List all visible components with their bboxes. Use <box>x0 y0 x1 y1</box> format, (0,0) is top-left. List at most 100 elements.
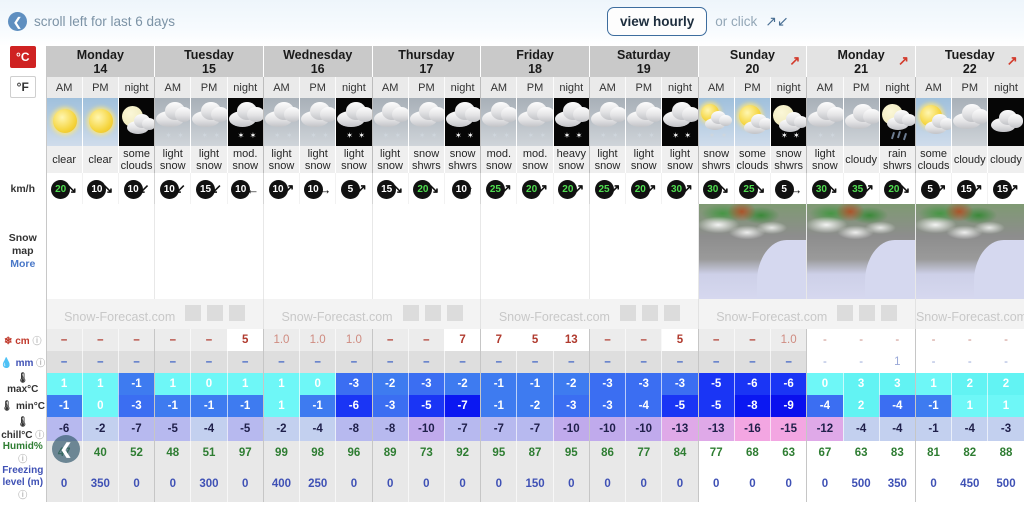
unit-fahrenheit-button[interactable]: °F <box>9 76 36 98</box>
period-header-night[interactable]: night <box>661 77 699 98</box>
snow-map-more-link[interactable]: More <box>10 258 35 270</box>
view-hourly-button[interactable]: view hourly <box>607 7 708 36</box>
download-icon[interactable] <box>207 304 224 321</box>
period-header-night[interactable]: night <box>444 77 482 98</box>
snowflake-icon: ✶ <box>430 131 438 140</box>
download-icon[interactable] <box>859 304 876 321</box>
wind-direction-arrow-ne: ↗ <box>863 181 875 196</box>
scroll-left-control[interactable]: ❮ scroll left for last 6 days <box>8 12 175 31</box>
snowflake-icon: ✶ <box>817 131 824 140</box>
period-header-PM[interactable]: PM <box>408 77 445 98</box>
humid_pct-cell: 73 <box>408 441 445 465</box>
period-header-AM[interactable]: AM <box>698 77 735 98</box>
period-header-AM[interactable]: AM <box>480 77 518 98</box>
watermark-cell: Snow-Forecast.com <box>698 299 916 329</box>
expand-diagonal-icon[interactable]: ↗ <box>789 54 800 68</box>
download-icon[interactable] <box>424 304 441 321</box>
expand-diagonal-icon[interactable]: ↗ <box>1007 54 1018 68</box>
snow-map-thumbnail[interactable] <box>698 204 808 299</box>
freezing_m-cell: 350 <box>879 465 916 502</box>
fullscreen-icon[interactable] <box>185 304 202 321</box>
settings-icon[interactable] <box>663 304 680 321</box>
period-header-night[interactable]: night <box>553 77 590 98</box>
expand-diagonal-icon[interactable]: ↗↙ <box>765 13 788 30</box>
download-icon[interactable] <box>641 304 658 321</box>
min_c-cell: -5 <box>408 395 445 417</box>
raindrop-icon: 💧 <box>0 357 13 369</box>
period-header-PM[interactable]: PM <box>82 77 119 98</box>
cloud-snow-night-icon: ✶ ✶ <box>227 98 264 146</box>
period-header-night[interactable]: night <box>770 77 808 98</box>
humidity-label: Humid% <box>2 441 43 452</box>
wind-cell: 15 ↗ <box>987 173 1024 204</box>
info-icon[interactable]: ⓘ <box>32 336 41 346</box>
info-icon[interactable]: ⓘ <box>36 358 45 368</box>
period-header-PM[interactable]: PM <box>299 77 337 98</box>
scroll-left-badge[interactable]: ❮ <box>52 435 80 463</box>
snow-unit-label: cm <box>15 335 30 347</box>
period-header-PM[interactable]: PM <box>625 77 663 98</box>
min_c-cell: -3 <box>118 395 156 417</box>
day-header-tuesday-22[interactable]: Tuesday 22 ↗ <box>915 46 1024 78</box>
day-header-saturday-19[interactable]: Saturday 19 <box>589 46 699 78</box>
expand-diagonal-icon[interactable]: ↗ <box>898 54 909 68</box>
fullscreen-icon[interactable] <box>619 304 636 321</box>
cloud-shape <box>609 107 625 122</box>
settings-icon[interactable] <box>881 304 898 321</box>
wind-cell: 10 ↗ <box>263 173 301 204</box>
snow-map-thumbnail[interactable] <box>806 204 916 299</box>
condition-label: light snow <box>299 146 337 173</box>
info-icon[interactable]: ⓘ <box>18 454 27 464</box>
period-header-AM[interactable]: AM <box>806 77 844 98</box>
snow-map-empty <box>589 204 699 299</box>
day-header-sunday-20[interactable]: Sunday 20 ↗ <box>698 46 808 78</box>
wind-cell: 20 ↗ <box>516 173 554 204</box>
chevron-left-icon[interactable]: ❮ <box>8 12 27 31</box>
day-header-monday-14[interactable]: Monday 14 <box>46 46 156 78</box>
period-header-PM[interactable]: PM <box>734 77 772 98</box>
period-header-AM[interactable]: AM <box>46 77 83 98</box>
day-header-thursday-17[interactable]: Thursday 17 <box>372 46 482 78</box>
day-header-wednesday-16[interactable]: Wednesday 16 <box>263 46 373 78</box>
wind-cell: 5 ↗ <box>915 173 953 204</box>
day-header-row: °C °F Monday 14 Tuesday 15 Wednesday 16 Thursd… <box>0 46 1024 98</box>
snowflake-icon: ✶ <box>708 131 716 140</box>
fullscreen-icon[interactable] <box>837 304 854 321</box>
snow-map-thumbnail[interactable] <box>915 204 1024 299</box>
period-header-PM[interactable]: PM <box>516 77 554 98</box>
freezing_m-cell: 0 <box>734 465 772 502</box>
info-icon[interactable]: ⓘ <box>18 490 27 500</box>
rain_mm-cell: 1 <box>879 351 916 373</box>
day-header-tuesday-15[interactable]: Tuesday 15 <box>154 46 264 78</box>
period-header-PM[interactable]: PM <box>843 77 880 98</box>
wind-direction-arrow-ne: ↗ <box>645 181 657 196</box>
period-header-AM[interactable]: AM <box>372 77 409 98</box>
wind-cell: 20 ↘ <box>879 173 916 204</box>
period-header-AM[interactable]: AM <box>589 77 627 98</box>
period-header-night[interactable]: night <box>987 77 1024 98</box>
day-header-friday-18[interactable]: Friday 18 <box>480 46 590 78</box>
unit-celsius-button[interactable]: °C <box>9 46 36 68</box>
settings-icon[interactable] <box>446 304 463 321</box>
fullscreen-icon[interactable] <box>402 304 419 321</box>
wind-direction-arrow-sw: ↙ <box>138 181 150 196</box>
period-header-night[interactable]: night <box>879 77 916 98</box>
period-header-PM[interactable]: PM <box>951 77 989 98</box>
info-icon[interactable]: ⓘ <box>35 430 44 440</box>
period-header-night[interactable]: night <box>227 77 264 98</box>
watermark-text: Snow-Forecast.com <box>47 304 263 324</box>
cloud-shape <box>283 107 299 122</box>
period-header-night[interactable]: night <box>118 77 156 98</box>
period-header-night[interactable]: night <box>335 77 373 98</box>
day-header-monday-21[interactable]: Monday 21 ↗ <box>806 46 916 78</box>
period-header-AM[interactable]: AM <box>154 77 192 98</box>
period-header-AM[interactable]: AM <box>915 77 953 98</box>
settings-icon[interactable] <box>229 304 246 321</box>
snowflake-icon: ✶ <box>611 131 619 140</box>
cloud-shape <box>901 114 915 126</box>
wind-cell: 20 ↗ <box>625 173 663 204</box>
humid_pct-cell: 40 <box>82 441 119 465</box>
cloud-snow-icon: ✶ ✶ <box>408 98 445 146</box>
period-header-PM[interactable]: PM <box>190 77 228 98</box>
period-header-AM[interactable]: AM <box>263 77 301 98</box>
